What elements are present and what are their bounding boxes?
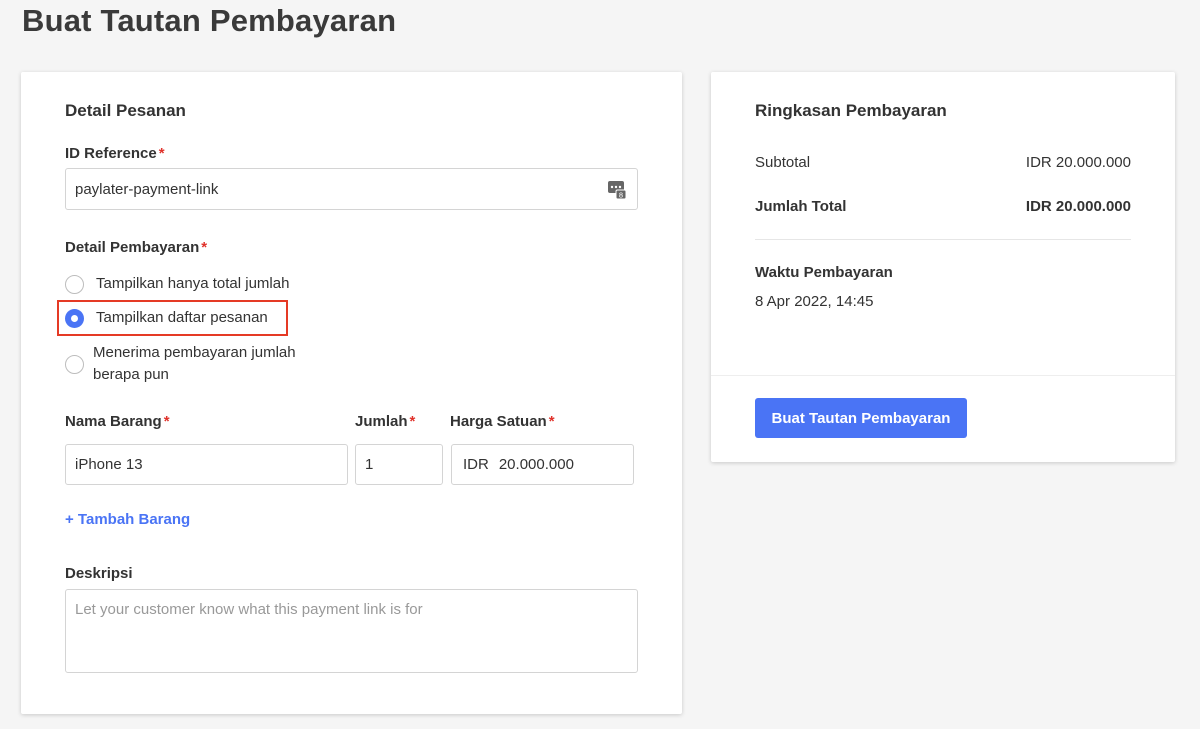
qty-label-text: Jumlah (355, 413, 408, 430)
unit-price-value: 20.000.000 (498, 456, 574, 473)
radio-button[interactable] (65, 274, 84, 294)
selection-highlight-box (57, 300, 288, 336)
svg-text:8: 8 (619, 192, 623, 200)
page: Buat Tautan Pembayaran Detail Pesanan ID… (0, 0, 1200, 729)
payment-time-value: 8 Apr 2022, 14:45 (755, 293, 874, 310)
qty-label: Jumlah * (355, 413, 415, 430)
radio-option-total-only[interactable]: Tampilkan hanya total jumlah (65, 273, 289, 295)
order-section-title: Detail Pesanan (65, 101, 186, 120)
description-textarea[interactable]: Let your customer know what this payment… (65, 589, 638, 673)
unit-price-label: Harga Satuan * (450, 413, 555, 430)
radio-label: Menerima pembayaran jumlah berapa pun (93, 344, 296, 383)
payment-summary-card: Ringkasan Pembayaran Subtotal IDR 20.000… (711, 72, 1175, 462)
currency-prefix: IDR (463, 456, 489, 473)
summary-divider (755, 239, 1131, 240)
item-name-input[interactable]: iPhone 13 (65, 444, 348, 485)
required-mark: * (409, 413, 416, 430)
required-mark: * (163, 413, 170, 430)
payment-detail-label-text: Detail Pembayaran (65, 239, 200, 256)
radio-button[interactable] (65, 354, 84, 374)
radio-label: Tampilkan hanya total jumlah (96, 275, 290, 292)
payment-time-label: Waktu Pembayaran (755, 264, 893, 281)
create-payment-link-button[interactable]: Buat Tautan Pembayaran (755, 398, 967, 438)
footer-divider (711, 375, 1175, 376)
item-name-value: iPhone 13 (75, 456, 143, 473)
summary-section-title: Ringkasan Pembayaran (755, 101, 947, 120)
id-reference-label-text: ID Reference (65, 145, 157, 162)
description-placeholder: Let your customer know what this payment… (75, 601, 423, 618)
required-mark: * (201, 239, 208, 256)
required-mark: * (158, 145, 165, 162)
total-value: IDR 20.000.000 (1025, 198, 1131, 215)
payment-detail-label: Detail Pembayaran * (65, 239, 207, 256)
total-label: Jumlah Total (755, 198, 847, 215)
subtotal-label: Subtotal (755, 154, 811, 171)
id-reference-input[interactable]: paylater-payment-link 8 (65, 168, 638, 210)
qty-value: 1 (365, 456, 374, 473)
id-reference-label: ID Reference * (65, 145, 165, 162)
autofill-card-icon[interactable]: 8 (608, 179, 626, 199)
unit-price-label-text: Harga Satuan (450, 413, 547, 430)
item-name-label-text: Nama Barang (65, 413, 162, 430)
page-title: Buat Tautan Pembayaran (22, 3, 397, 38)
description-label: Deskripsi (65, 565, 133, 582)
add-item-link[interactable]: + Tambah Barang (65, 511, 190, 528)
id-reference-value: paylater-payment-link (75, 180, 219, 198)
item-name-label: Nama Barang * (65, 413, 170, 430)
required-mark: * (548, 413, 555, 430)
order-detail-card: Detail Pesanan ID Reference * paylater-pa… (21, 72, 682, 714)
unit-price-input[interactable]: IDR 20.000.000 (451, 444, 634, 485)
radio-option-any-amount[interactable]: Menerima pembayaran jumlah berapa pun (65, 342, 323, 386)
qty-input[interactable]: 1 (355, 444, 443, 485)
subtotal-value: IDR 20.000.000 (1025, 154, 1131, 171)
